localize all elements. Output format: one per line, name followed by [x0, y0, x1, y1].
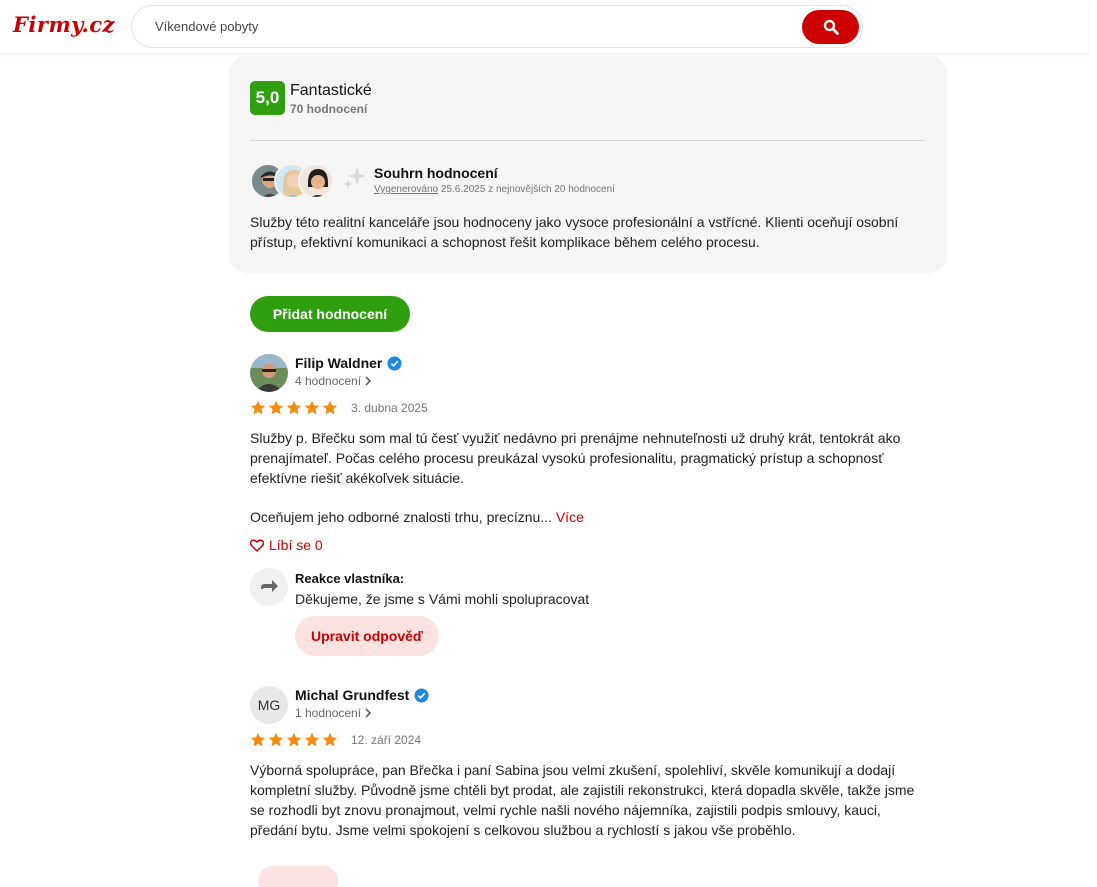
review-paragraph: Služby p. Břečku som mal tú česť využiť …	[250, 430, 901, 486]
read-more-link[interactable]: Více	[552, 509, 584, 525]
star-icon	[322, 400, 338, 415]
avatar[interactable]	[250, 354, 288, 392]
score-badge: 5,0	[250, 81, 285, 115]
reviewer-name[interactable]: Filip Waldner	[295, 355, 402, 371]
chevron-right-icon	[365, 376, 372, 386]
generated-meta-text: 25.6.2025 z nejnovějších 20 hodnocení	[438, 184, 615, 195]
review-item: MG Michal Grundfest 1 hodnocení 12. září…	[250, 686, 930, 887]
review-date: 12. září 2024	[351, 733, 422, 747]
verified-icon	[414, 687, 429, 703]
summary-title: Souhrn hodnocení	[374, 165, 498, 181]
review-text: Výborná spolupráce, pan Břečka i paní Sa…	[250, 760, 930, 859]
reviewer-name-text: Filip Waldner	[295, 355, 383, 371]
summary-meta: Vygenerováno 25.6.2025 z nejnovějších 20…	[374, 184, 615, 195]
reviewer-name[interactable]: Michal Grundfest	[295, 687, 429, 703]
reviewer-rating-count[interactable]: 4 hodnocení	[295, 374, 372, 388]
edit-reply-button[interactable]: Upravit odpověď	[295, 616, 439, 656]
search-button[interactable]	[802, 10, 859, 44]
ai-avatars	[250, 163, 334, 199]
add-review-button[interactable]: Přidat hodnocení	[250, 296, 410, 332]
owner-reply-title: Reakce vlastníka:	[295, 571, 405, 586]
avatar	[298, 163, 334, 199]
reviewer-name-text: Michal Grundfest	[295, 687, 410, 703]
rating-count: 70 hodnocení	[290, 102, 368, 116]
star-rating	[250, 400, 338, 416]
reply-arrow-icon	[261, 580, 278, 592]
star-icon	[322, 732, 338, 747]
cut-off-button[interactable]	[258, 866, 338, 887]
sparkle-icon	[343, 167, 366, 189]
review-paragraph: Výborná spolupráce, pan Břečka i paní Sa…	[250, 762, 915, 838]
star-icon	[268, 732, 284, 747]
owner-reply-text: Děkujeme, že jsme s Vámi mohli spoluprac…	[295, 591, 590, 607]
star-icon	[268, 400, 284, 415]
like-count: Líbí se 0	[269, 537, 323, 553]
divider	[250, 140, 925, 141]
reviewer-rating-count[interactable]: 1 hodnocení	[295, 706, 372, 720]
search-icon	[823, 19, 839, 35]
star-icon	[304, 732, 320, 747]
star-icon	[304, 400, 320, 415]
review-paragraph: Oceňujem jeho odborné znalosti trhu, pre…	[250, 507, 930, 527]
review-truncated-text: Oceňujem jeho odborné znalosti trhu, pre…	[250, 509, 552, 525]
review-item: Filip Waldner 4 hodnocení 3. dubna 2025 …	[250, 354, 930, 664]
heart-icon	[250, 538, 264, 552]
chevron-right-icon	[365, 708, 372, 718]
search-input[interactable]: Víkendové pobyty	[155, 19, 258, 34]
owner-reply-icon	[250, 568, 288, 606]
summary-text: Služby této realitní kanceláře jsou hodn…	[250, 214, 899, 250]
generated-link[interactable]: Vygenerováno	[374, 184, 438, 195]
like-button[interactable]: Líbí se 0	[250, 537, 323, 553]
top-header: Firmy.cz Víkendové pobyty	[0, 0, 1088, 53]
star-icon	[286, 732, 302, 747]
review-date: 3. dubna 2025	[351, 401, 428, 415]
star-icon	[250, 400, 266, 415]
score-label: Fantastické	[290, 82, 372, 99]
reviewer-count-text: 1 hodnocení	[295, 706, 362, 720]
review-text: Služby p. Břečku som mal tú česť využiť …	[250, 428, 930, 546]
firmy-logo[interactable]: Firmy.cz	[13, 12, 115, 37]
star-rating	[250, 732, 338, 748]
star-icon	[286, 400, 302, 415]
avatar[interactable]: MG	[250, 686, 288, 724]
rating-summary-card: 5,0 Fantastické 70 hodnocení Souhrn hodn…	[229, 56, 947, 273]
search-bar[interactable]: Víkendové pobyty	[131, 5, 863, 48]
star-icon	[250, 732, 266, 747]
reviewer-count-text: 4 hodnocení	[295, 374, 362, 388]
verified-icon	[387, 355, 402, 371]
